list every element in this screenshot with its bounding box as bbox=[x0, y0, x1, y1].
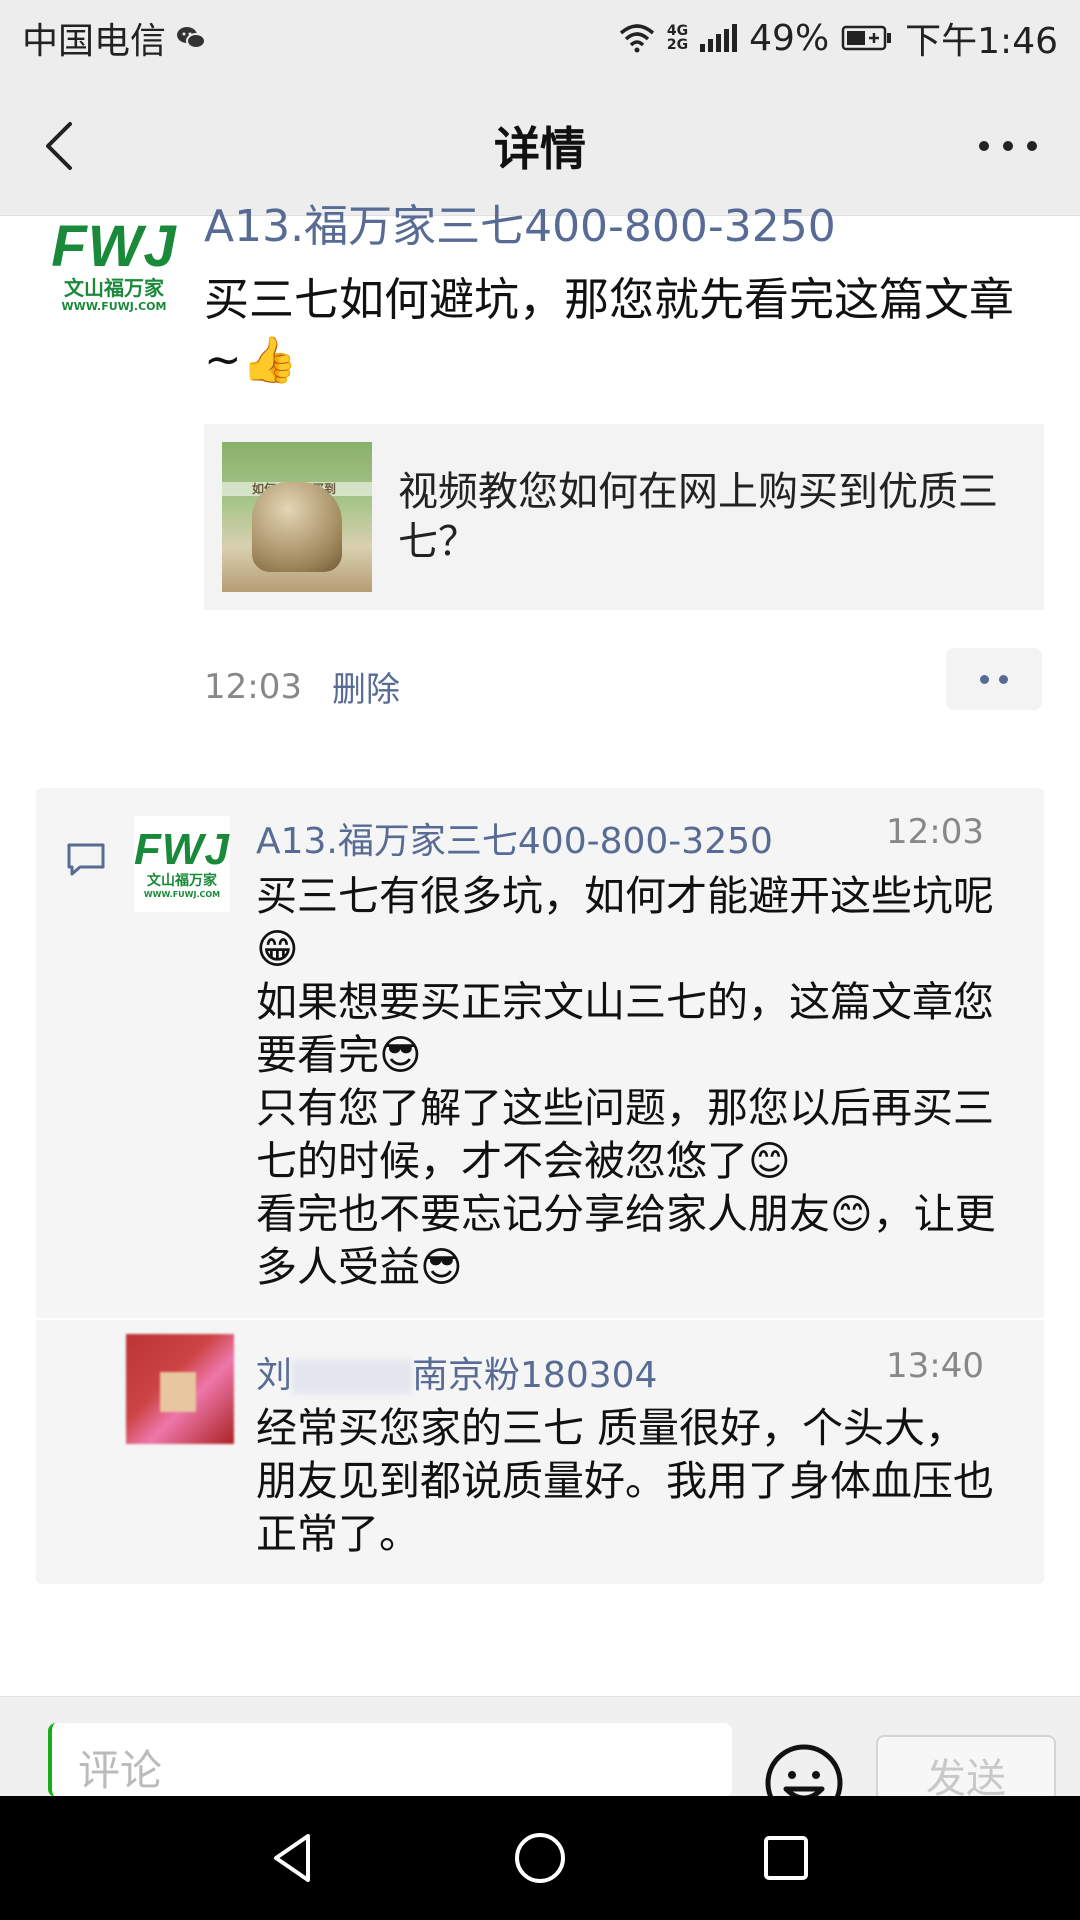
back-triangle-icon[interactable] bbox=[264, 1828, 324, 1888]
avatar-sub-text: 文山福万家 bbox=[64, 276, 164, 300]
post-author-name[interactable]: A13.福万家三七400-800-3250 bbox=[204, 190, 836, 254]
avatar-url-text: WWW.FUWJ.COM bbox=[61, 300, 167, 313]
comment-time: 13:40 bbox=[886, 1346, 984, 1386]
carrier-label: 中国电信 bbox=[22, 21, 167, 62]
clock: 下午1:46 bbox=[905, 21, 1058, 62]
status-bar: 中国电信 4G 2G 49% 下午1:46 bbox=[0, 0, 1080, 76]
sanqi-root-image bbox=[252, 482, 342, 572]
redacted-name bbox=[292, 1360, 413, 1394]
avatar[interactable]: FWJ 文山福万家 WWW.FUWJ.COM bbox=[44, 216, 184, 316]
network-type: 4G 2G bbox=[667, 24, 688, 52]
avatar-url-text: WWW.FUWJ.COM bbox=[143, 890, 221, 899]
wifi-icon bbox=[619, 24, 655, 53]
comment-author-name[interactable]: A13.福万家三七400-800-3250 bbox=[256, 812, 773, 864]
comment-avatar-blurred[interactable] bbox=[126, 1334, 234, 1444]
comment-input-bar: 评论 发送 bbox=[0, 1696, 1080, 1822]
avatar-logo-text: FWJ bbox=[51, 214, 177, 279]
system-nav-bar bbox=[0, 1796, 1080, 1920]
home-circle-icon[interactable] bbox=[510, 1828, 570, 1888]
link-title: 视频教您如何在网上购买到优质三七？ bbox=[398, 469, 998, 565]
comment-icon bbox=[67, 843, 105, 876]
network-top-label: 4G bbox=[666, 23, 689, 39]
post-text: 买三七如何避坑，那您就先看完这篇文章~👍 bbox=[204, 273, 1015, 386]
comment-time: 12:03 bbox=[886, 812, 984, 852]
comment-text[interactable]: 经常买您家的三七 质量很好，个头大，朋友见到都说质量好。我用了身体血压也正常了。 bbox=[256, 1402, 996, 1561]
comment-divider bbox=[36, 1318, 1044, 1320]
page-title: 详情 bbox=[494, 121, 586, 176]
battery-charging-icon bbox=[841, 25, 892, 51]
comments-section: FWJ 文山福万家 WWW.FUWJ.COM A13.福万家三七400-800-… bbox=[36, 788, 1044, 1584]
comment-input[interactable]: 评论 bbox=[48, 1723, 732, 1797]
moments-detail-screen: 中国电信 4G 2G 49% 下午1:46 详情 FWJ 文山福万家 WWW.F… bbox=[0, 0, 1080, 1920]
shared-link-card[interactable]: 如何在网上买到 视频教您如何在网上购买到优质三七？ bbox=[204, 424, 1044, 610]
chevron-left-icon[interactable] bbox=[36, 116, 96, 176]
comment-author-prefix: 刘 bbox=[256, 1355, 293, 1396]
status-right: 4G 2G 49% 下午1:46 bbox=[619, 12, 1058, 64]
link-thumbnail: 如何在网上买到 bbox=[222, 442, 372, 592]
battery-percent: 49% bbox=[749, 17, 830, 59]
wechat-icon bbox=[177, 27, 207, 49]
dot-icon bbox=[999, 674, 1008, 684]
carrier: 中国电信 bbox=[22, 12, 207, 64]
comment-text[interactable]: 买三七有很多坑，如何才能避开这些坑呢😁 如果想要买正宗文山三七的，这篇文章您要看… bbox=[256, 870, 996, 1294]
comment-avatar[interactable]: FWJ 文山福万家 WWW.FUWJ.COM bbox=[134, 816, 230, 912]
signal-icon bbox=[700, 24, 738, 52]
comment-author-suffix: 南京粉180304 bbox=[412, 1355, 658, 1396]
dot-icon bbox=[980, 674, 989, 684]
comment-author-name[interactable]: 刘 南京粉180304 bbox=[256, 1346, 657, 1398]
recents-square-icon[interactable] bbox=[756, 1828, 816, 1888]
avatar-sub-text: 文山福万家 bbox=[147, 873, 217, 889]
post-time: 12:03 bbox=[204, 666, 302, 707]
post-meta: 12:03 删除 bbox=[204, 662, 400, 711]
avatar-face bbox=[160, 1372, 196, 1412]
network-bottom-label: 2G bbox=[666, 37, 689, 53]
more-icon[interactable] bbox=[972, 116, 1044, 176]
avatar-logo-text: FWJ bbox=[134, 825, 230, 874]
delete-button[interactable]: 删除 bbox=[332, 662, 400, 711]
like-comment-button[interactable] bbox=[946, 648, 1042, 710]
